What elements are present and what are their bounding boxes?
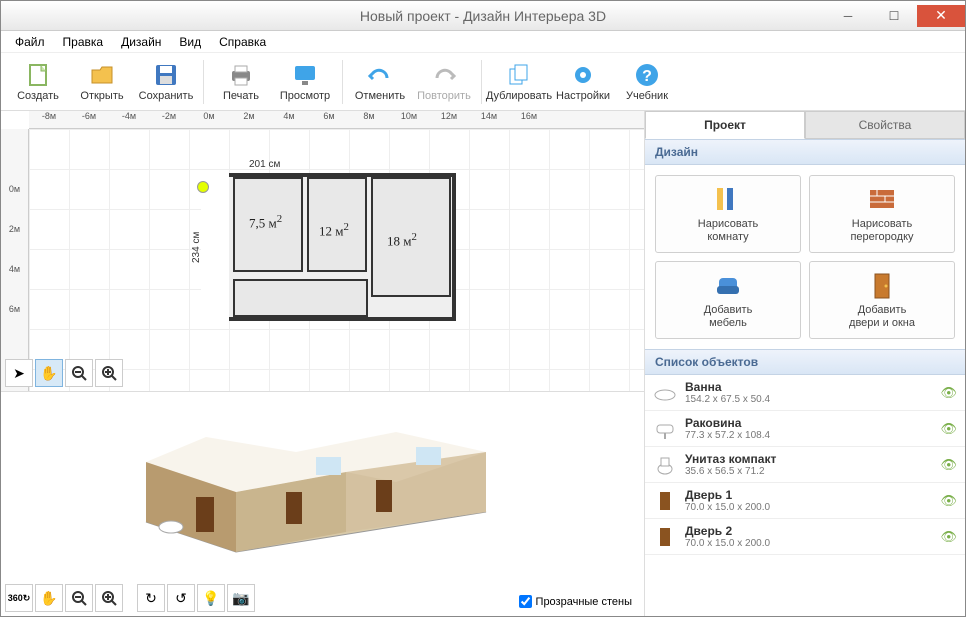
transparent-walls-checkbox[interactable]: Прозрачные стены: [519, 595, 632, 608]
svg-text:?: ?: [642, 68, 652, 85]
duplicate-button[interactable]: Дублировать: [488, 55, 550, 109]
pan-3d-tool[interactable]: ✋: [35, 584, 63, 612]
camera-tool[interactable]: 📷: [227, 584, 255, 612]
titlebar: Новый проект - Дизайн Интерьера 3D ─ ☐ ✕: [1, 1, 965, 31]
room-label-1: 7,5 м2: [249, 213, 282, 231]
rotate-360-tool[interactable]: 360↻: [5, 584, 33, 612]
close-button[interactable]: ✕: [917, 5, 965, 27]
menu-design[interactable]: Дизайн: [113, 33, 169, 51]
card-draw-room[interactable]: Нарисовать комнату: [655, 175, 801, 253]
dimension-height: 234 см: [191, 232, 202, 263]
save-button[interactable]: Сохранить: [135, 55, 197, 109]
menu-edit[interactable]: Правка: [55, 33, 112, 51]
select-tool[interactable]: ➤: [5, 359, 33, 387]
visibility-toggle[interactable]: 👁: [940, 529, 957, 545]
menubar: Файл Правка Дизайн Вид Справка: [1, 31, 965, 53]
pan-tool[interactable]: ✋: [35, 359, 63, 387]
maximize-button[interactable]: ☐: [871, 5, 917, 27]
door-small-icon: [653, 525, 677, 549]
list-item[interactable]: Дверь 270.0 x 15.0 x 200.0 👁: [645, 519, 965, 555]
rotate-cw-tool[interactable]: ↻: [137, 584, 165, 612]
door-small-icon: [653, 489, 677, 513]
card-add-doors[interactable]: Добавить двери и окна: [809, 261, 955, 339]
zoom-in-3d-tool[interactable]: [95, 584, 123, 612]
armchair-icon: [713, 270, 743, 300]
create-button[interactable]: Создать: [7, 55, 69, 109]
room-label-2: 12 м2: [319, 221, 349, 239]
origin-marker[interactable]: [197, 181, 209, 193]
sink-icon: [653, 417, 677, 441]
light-tool[interactable]: 💡: [197, 584, 225, 612]
redo-button[interactable]: Повторить: [413, 55, 475, 109]
list-item[interactable]: Унитаз компакт35.6 x 56.5 x 71.2 👁: [645, 447, 965, 483]
ruler-horizontal: -8м-6м-4м-2м0м2м4м6м8м10м12м14м16м: [29, 111, 644, 129]
section-design-header: Дизайн: [645, 139, 965, 165]
folder-icon: [89, 62, 115, 88]
floor-plan[interactable]: 7,5 м2 12 м2 18 м2 201 см 234 см: [201, 173, 456, 321]
minimize-button[interactable]: ─: [825, 5, 871, 27]
preview-button[interactable]: Просмотр: [274, 55, 336, 109]
door-icon: [867, 270, 897, 300]
redo-icon: [431, 62, 457, 88]
visibility-toggle[interactable]: 👁: [940, 385, 957, 401]
ruler-vertical: 0м2м4м6м: [1, 129, 29, 391]
visibility-toggle[interactable]: 👁: [940, 457, 957, 473]
room-label-3: 18 м2: [387, 231, 417, 249]
list-item[interactable]: Раковина77.3 x 57.2 x 108.4 👁: [645, 411, 965, 447]
window-title: Новый проект - Дизайн Интерьера 3D: [0, 8, 966, 24]
menu-view[interactable]: Вид: [171, 33, 209, 51]
main-toolbar: Создать Открыть Сохранить Печать Просмот…: [1, 53, 965, 111]
design-cards: Нарисовать комнату Нарисовать перегородк…: [645, 165, 965, 349]
settings-button[interactable]: Настройки: [552, 55, 614, 109]
duplicate-icon: [506, 62, 532, 88]
pencil-ruler-icon: [713, 184, 743, 214]
printer-icon: [228, 62, 254, 88]
tab-properties[interactable]: Свойства: [805, 111, 965, 139]
list-item[interactable]: Дверь 170.0 x 15.0 x 200.0 👁: [645, 483, 965, 519]
zoom-out-3d-tool[interactable]: [65, 584, 93, 612]
monitor-icon: [292, 62, 318, 88]
zoom-out-tool[interactable]: [65, 359, 93, 387]
visibility-toggle[interactable]: 👁: [940, 493, 957, 509]
card-add-furniture[interactable]: Добавить мебель: [655, 261, 801, 339]
undo-button[interactable]: Отменить: [349, 55, 411, 109]
new-icon: [25, 62, 51, 88]
menu-help[interactable]: Справка: [211, 33, 274, 51]
save-icon: [153, 62, 179, 88]
tutorial-button[interactable]: ? Учебник: [616, 55, 678, 109]
list-item[interactable]: Ванна154.2 x 67.5 x 50.4 👁: [645, 375, 965, 411]
print-button[interactable]: Печать: [210, 55, 272, 109]
help-icon: ?: [634, 62, 660, 88]
zoom-in-tool[interactable]: [95, 359, 123, 387]
object-list[interactable]: Ванна154.2 x 67.5 x 50.4 👁 Раковина77.3 …: [645, 375, 965, 616]
menu-file[interactable]: Файл: [7, 33, 53, 51]
plan-3d-toolbar: 360↻ ✋ ↻ ↺ 💡 📷: [5, 584, 255, 612]
rotate-ccw-tool[interactable]: ↺: [167, 584, 195, 612]
right-panel-tabs: Проект Свойства: [645, 111, 965, 139]
open-button[interactable]: Открыть: [71, 55, 133, 109]
brick-wall-icon: [867, 184, 897, 214]
plan-3d-viewport[interactable]: 360↻ ✋ ↻ ↺ 💡 📷 Прозрачные стены: [1, 391, 644, 616]
right-panel: Проект Свойства Дизайн Нарисовать комнат…: [645, 111, 965, 616]
dimension-width: 201 см: [249, 159, 280, 170]
section-objects-header: Список объектов: [645, 349, 965, 375]
toilet-icon: [653, 453, 677, 477]
plan-2d-viewport[interactable]: -8м-6м-4м-2м0м2м4м6м8м10м12м14м16м 0м2м4…: [1, 111, 644, 391]
visibility-toggle[interactable]: 👁: [940, 421, 957, 437]
bath-icon: [653, 381, 677, 405]
iso-render: [116, 402, 516, 572]
gear-icon: [570, 62, 596, 88]
plan-2d-toolbar: ➤ ✋: [5, 359, 123, 387]
card-draw-wall[interactable]: Нарисовать перегородку: [809, 175, 955, 253]
tab-project[interactable]: Проект: [645, 111, 805, 139]
undo-icon: [367, 62, 393, 88]
